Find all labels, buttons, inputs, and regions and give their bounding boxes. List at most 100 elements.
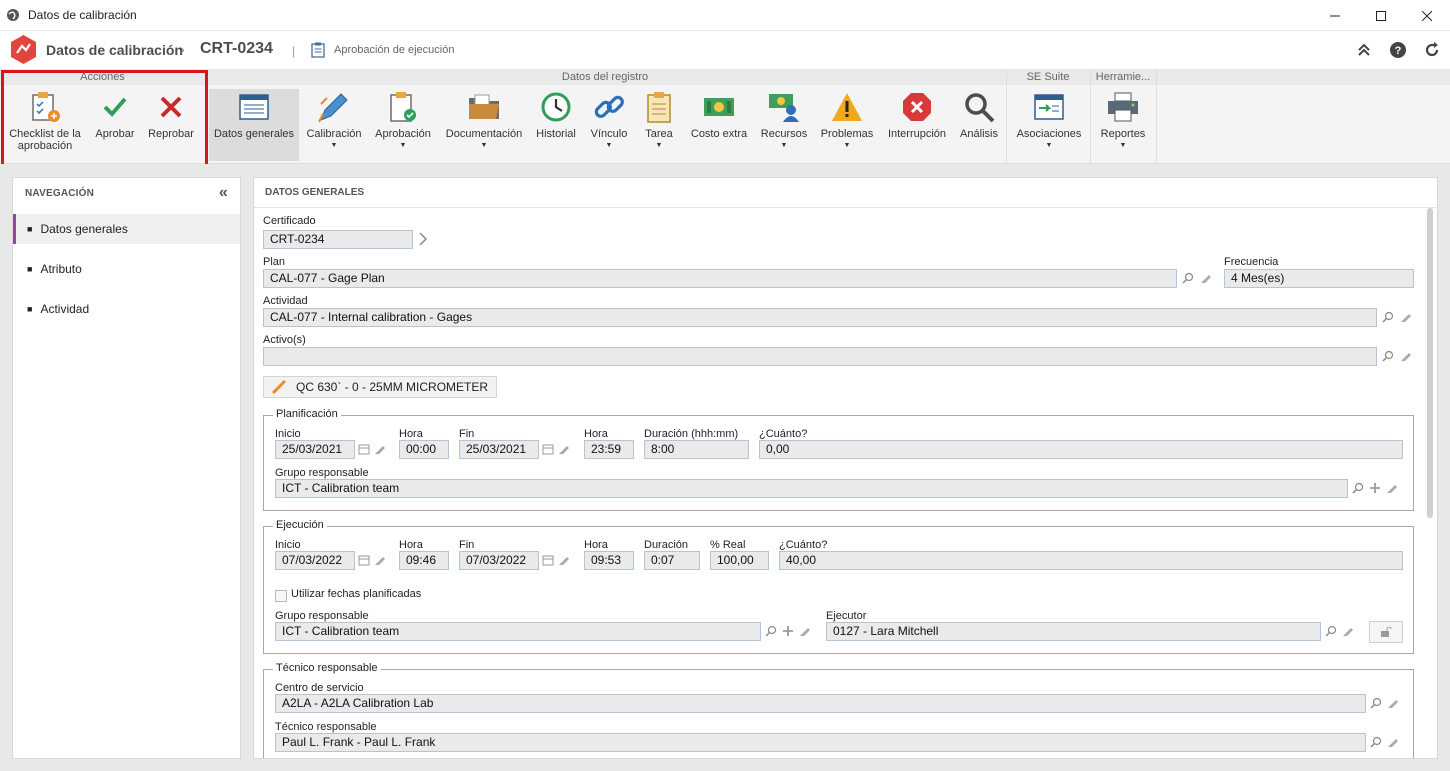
plan-grupo-add-button[interactable] (1367, 480, 1383, 496)
plan-hora-ini-field[interactable]: 00:00 (399, 440, 449, 459)
costo-extra-button[interactable]: Costo extra (687, 89, 751, 161)
nav-item-atributo[interactable]: ■ Atributo (13, 254, 240, 284)
centro-search-button[interactable] (1368, 695, 1384, 711)
dropdown-arrow-icon: ▼ (1119, 142, 1127, 149)
asset-chip-label: QC 630` - 0 - 25MM MICROMETER (296, 380, 489, 394)
plan-grupo-search-button[interactable] (1350, 480, 1366, 496)
checklist-label: Checklist de la aprobación (9, 128, 81, 152)
certificado-label: Certificado (263, 215, 316, 227)
close-window-button[interactable] (1404, 0, 1450, 31)
ejec-cuanto-field[interactable]: 40,00 (779, 551, 1403, 570)
utilizar-fechas-checkbox[interactable] (275, 590, 287, 602)
plan-field[interactable]: CAL-077 - Gage Plan (263, 269, 1177, 288)
ejec-fin-calendar-button[interactable] (540, 552, 556, 568)
asociaciones-button[interactable]: Asociaciones ▼ (1012, 89, 1086, 161)
plan-inicio-clear-button[interactable] (372, 441, 388, 457)
plan-hora-fin-label: Hora (584, 428, 608, 440)
plan-clear-button[interactable] (1198, 270, 1214, 286)
actividad-clear-button[interactable] (1398, 309, 1414, 325)
vinculo-button[interactable]: Vínculo ▼ (585, 89, 633, 161)
checklist-button[interactable]: Checklist de la aprobación (4, 89, 86, 161)
ejec-hora-fin-field[interactable]: 09:53 (584, 551, 634, 570)
datos-generales-button[interactable]: Datos generales (209, 89, 299, 161)
ejec-real-field[interactable]: 100,00 (710, 551, 769, 570)
help-button[interactable]: ? (1388, 40, 1408, 60)
centro-field[interactable]: A2LA - A2LA Calibration Lab (275, 694, 1366, 713)
refresh-button[interactable] (1422, 40, 1442, 60)
form-window-icon (239, 94, 269, 120)
record-code: CRT-0234 (200, 40, 273, 57)
tecnico-search-button[interactable] (1368, 734, 1384, 750)
problemas-button[interactable]: Problemas ▼ (817, 89, 877, 161)
interrupcion-label: Interrupción (887, 128, 947, 140)
approve-button[interactable]: Aprobar (90, 89, 140, 161)
plan-grupo-clear-button[interactable] (1384, 480, 1400, 496)
actividad-search-button[interactable] (1380, 309, 1396, 325)
ejec-fin-clear-button[interactable] (556, 552, 572, 568)
ejec-inicio-calendar-button[interactable] (356, 552, 372, 568)
ejec-grupo-clear-button[interactable] (797, 623, 813, 639)
ejecutor-search-button[interactable] (1323, 623, 1339, 639)
plan-cuanto-field[interactable]: 0,00 (759, 440, 1403, 459)
ejec-hora-ini-field[interactable]: 09:46 (399, 551, 449, 570)
tecnico-clear-button[interactable] (1385, 734, 1401, 750)
nav-item-actividad[interactable]: ■ Actividad (13, 294, 240, 324)
plan-hora-fin-field[interactable]: 23:59 (584, 440, 634, 459)
plan-fin-calendar-button[interactable] (540, 441, 556, 457)
activos-search-button[interactable] (1380, 348, 1396, 364)
ejec-inicio-clear-button[interactable] (372, 552, 388, 568)
analisis-button[interactable]: Análisis (955, 89, 1003, 161)
eraser-icon (1388, 700, 1398, 708)
activos-field[interactable] (263, 347, 1377, 366)
historial-button[interactable]: Historial (531, 89, 581, 161)
ejec-inicio-field[interactable]: 07/03/2022 (275, 551, 355, 570)
minimize-button[interactable] (1312, 0, 1358, 31)
ejec-grupo-field[interactable]: ICT - Calibration team (275, 622, 761, 641)
reject-button[interactable]: Reprobar (144, 89, 198, 161)
ejec-duracion-field[interactable]: 0:07 (644, 551, 700, 570)
calibracion-button[interactable]: Calibración ▼ (303, 89, 365, 161)
ejec-grupo-search-button[interactable] (763, 623, 779, 639)
recursos-button[interactable]: Recursos ▼ (757, 89, 811, 161)
interrupcion-button[interactable]: Interrupción (884, 89, 950, 161)
open-certificado-button[interactable] (415, 231, 431, 247)
ejecutor-clear-button[interactable] (1340, 623, 1356, 639)
plan-duracion-field[interactable]: 8:00 (644, 440, 749, 459)
search-icon (1382, 350, 1394, 362)
plan-cuanto-label: ¿Cuánto? (759, 428, 808, 440)
aprobacion-button[interactable]: Aprobación ▼ (371, 89, 435, 161)
lock-toggle-button[interactable] (1369, 621, 1403, 643)
maximize-button[interactable] (1358, 0, 1404, 31)
breadcrumb-chevron: › (180, 41, 185, 57)
collapse-nav-button[interactable]: « (219, 184, 228, 202)
plan-label: Plan (263, 256, 286, 268)
certificado-field[interactable]: CRT-0234 (263, 230, 413, 249)
collapse-header-button[interactable] (1354, 40, 1374, 60)
ejecutor-field[interactable]: 0127 - Lara Mitchell (826, 622, 1321, 641)
actividad-field[interactable]: CAL-077 - Internal calibration - Gages (263, 308, 1377, 327)
nav-item-datos-generales[interactable]: ■ Datos generales (13, 214, 240, 244)
plan-fin-field[interactable]: 25/03/2021 (459, 440, 539, 459)
window-titlebar: Datos de calibración (0, 0, 1450, 31)
plan-grupo-field[interactable]: ICT - Calibration team (275, 479, 1348, 498)
ejec-grupo-add-button[interactable] (780, 623, 796, 639)
frecuencia-field[interactable]: 4 Mes(es) (1224, 269, 1414, 288)
plan-inicio-field[interactable]: 25/03/2021 (275, 440, 355, 459)
vertical-scrollbar[interactable] (1427, 208, 1433, 518)
plan-inicio-label: Inicio (275, 428, 301, 440)
documentacion-button[interactable]: Documentación ▼ (443, 89, 525, 161)
plan-search-button[interactable] (1180, 270, 1196, 286)
record-header: Datos de calibración › CRT-0234 | Aproba… (0, 31, 1450, 69)
activos-clear-button[interactable] (1398, 348, 1414, 364)
tarea-button[interactable]: Tarea ▼ (639, 89, 679, 161)
plan-fin-clear-button[interactable] (556, 441, 572, 457)
eraser-icon (1387, 485, 1397, 493)
ejec-fin-field[interactable]: 07/03/2022 (459, 551, 539, 570)
centro-clear-button[interactable] (1385, 695, 1401, 711)
centro-label: Centro de servicio (275, 682, 364, 694)
plan-inicio-calendar-button[interactable] (356, 441, 372, 457)
tecnico-field[interactable]: Paul L. Frank - Paul L. Frank (275, 733, 1366, 752)
reportes-button[interactable]: Reportes ▼ (1095, 89, 1151, 161)
asset-chip[interactable]: QC 630` - 0 - 25MM MICROMETER (263, 376, 498, 398)
eraser-icon (559, 446, 569, 454)
